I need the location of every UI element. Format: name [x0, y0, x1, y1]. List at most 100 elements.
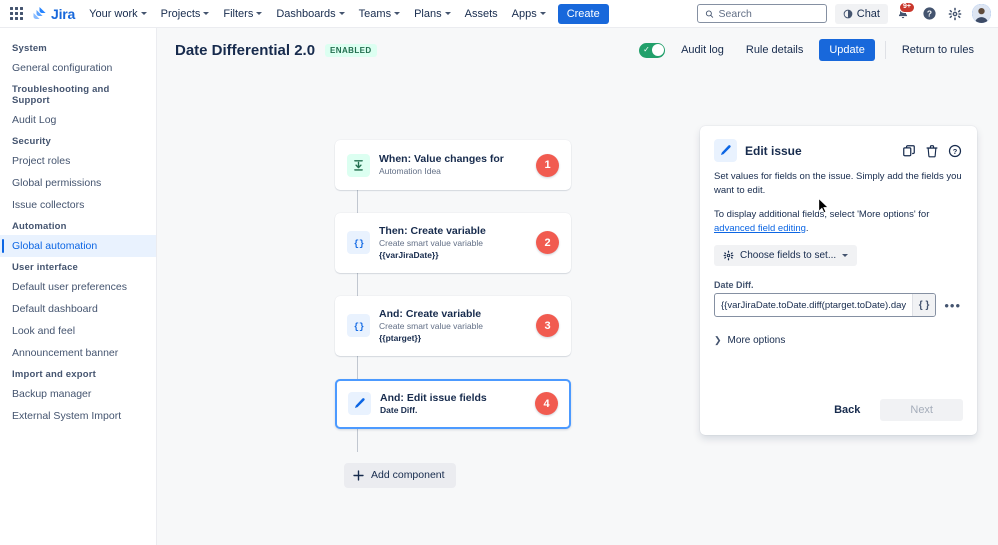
svg-text:?: ? [953, 146, 958, 155]
svg-text:{}: {} [353, 239, 364, 249]
sidebar-item-audit-log[interactable]: Audit Log [0, 109, 156, 131]
chevron-right-icon: ❯ [714, 335, 722, 345]
sidebar-item-label: Look and feel [12, 325, 76, 337]
sidebar-item-project-roles[interactable]: Project roles [0, 150, 156, 172]
sidebar-item-global-permissions[interactable]: Global permissions [0, 172, 156, 194]
sidebar-item-default-user-preferences[interactable]: Default user preferences [0, 276, 156, 298]
brand-name: Jira [51, 5, 76, 22]
smart-value-button[interactable]: { } [911, 294, 936, 316]
rule-details-button[interactable]: Rule details [740, 40, 809, 60]
nav-item-your-work[interactable]: Your work [83, 4, 153, 24]
sidebar-group-title: Import and export [12, 369, 96, 380]
advanced-field-editing-link[interactable]: advanced field editing [714, 223, 806, 234]
rule-chain: When: Value changes for Automation Idea … [335, 140, 571, 488]
choose-fields-dropdown[interactable]: Choose fields to set... [714, 245, 858, 266]
nav-label: Assets [464, 7, 498, 20]
gear-icon [723, 250, 734, 261]
sidebar-item-issue-collectors[interactable]: Issue collectors [0, 194, 156, 216]
admin-sidebar: System General configuration Troubleshoo… [0, 28, 157, 545]
nav-label: Teams [358, 7, 392, 20]
jira-home-link[interactable]: Jira [28, 6, 81, 22]
add-component-button[interactable]: Add component [344, 462, 456, 488]
nav-item-filters[interactable]: Filters [217, 4, 268, 24]
nav-item-apps[interactable]: Apps [506, 4, 552, 24]
sidebar-item-label: General configuration [12, 62, 113, 74]
nav-item-teams[interactable]: Teams [353, 4, 406, 24]
nav-label: Your work [89, 7, 138, 20]
update-button[interactable]: Update [819, 39, 875, 61]
rule-enabled-toggle[interactable]: ✓ [639, 42, 666, 58]
rule-editor-main: Date Differential 2.0 ENABLED ✓ Audit lo… [157, 28, 998, 545]
date-diff-input[interactable] [715, 299, 912, 311]
return-to-rules-button[interactable]: Return to rules [896, 40, 980, 60]
sidebar-item-label: Default user preferences [12, 281, 127, 293]
nav-label: Filters [223, 7, 254, 20]
rule-node-title: And: Edit issue fields [380, 391, 487, 404]
sidebar-item-label: Global permissions [12, 177, 102, 189]
rule-node-create-variable-2[interactable]: {} And: Create variable Create smart val… [335, 295, 571, 356]
sidebar-item-label: External System Import [12, 410, 122, 422]
plus-icon [353, 470, 364, 481]
sidebar-item-default-dashboard[interactable]: Default dashboard [0, 298, 156, 320]
settings-button[interactable] [944, 3, 966, 25]
sidebar-item-look-and-feel[interactable]: Look and feel [0, 320, 156, 342]
panel-actions: ? [901, 143, 963, 159]
copy-icon[interactable] [901, 143, 917, 159]
sidebar-group-title: User interface [12, 262, 79, 273]
rule-node-edit-issue-fields[interactable]: And: Edit issue fields Date Diff. 4 [335, 378, 571, 429]
sidebar-item-general-configuration[interactable]: General configuration [0, 57, 156, 79]
back-button[interactable]: Back [822, 399, 872, 421]
next-button[interactable]: Next [880, 399, 963, 421]
app-switcher-icon[interactable] [6, 4, 26, 24]
sidebar-item-backup-manager[interactable]: Backup manager [0, 383, 156, 405]
nav-item-projects[interactable]: Projects [155, 4, 216, 24]
rule-node-text: When: Value changes for Automation Idea [379, 152, 527, 178]
chevron-down-icon [842, 254, 849, 257]
help-button[interactable]: ? [918, 3, 940, 25]
profile-button[interactable] [970, 3, 992, 25]
nav-label: Plans [414, 7, 442, 20]
create-button[interactable]: Create [557, 3, 609, 24]
sidebar-item-global-automation[interactable]: Global automation [0, 235, 156, 257]
svg-text:{}: {} [353, 322, 364, 332]
sidebar-item-label: Issue collectors [12, 199, 85, 211]
braces-icon: {} [347, 314, 370, 338]
rule-node-trigger[interactable]: When: Value changes for Automation Idea … [335, 140, 571, 190]
avatar [971, 4, 991, 23]
help-icon[interactable]: ? [947, 143, 963, 159]
sidebar-item-announcement-banner[interactable]: Announcement banner [0, 342, 156, 364]
notifications-button[interactable]: 9+ [892, 1, 915, 25]
nav-item-plans[interactable]: Plans [408, 4, 457, 24]
trash-icon[interactable] [924, 143, 940, 159]
sidebar-group-title: Security [12, 136, 52, 147]
gear-icon [948, 7, 962, 20]
notification-count-badge: 9+ [899, 1, 915, 14]
sidebar-item-label: Announcement banner [12, 347, 119, 359]
nav-item-assets[interactable]: Assets [459, 4, 504, 24]
field-more-menu-icon[interactable]: ••• [942, 299, 963, 312]
chat-button[interactable]: Chat [834, 3, 888, 24]
chain-connector [357, 428, 358, 452]
rule-node-text: And: Create variable Create smart value … [379, 307, 527, 345]
search-box[interactable] [696, 4, 827, 23]
rule-node-title: When: Value changes for [379, 152, 504, 165]
search-input[interactable] [718, 7, 819, 20]
nav-item-dashboards[interactable]: Dashboards [270, 4, 350, 24]
rule-node-text: And: Edit issue fields Date Diff. [380, 391, 526, 417]
chat-icon [843, 9, 853, 18]
sidebar-item-external-system-import[interactable]: External System Import [0, 405, 156, 427]
rule-node-subtitle: Create smart value variable [379, 238, 483, 249]
audit-log-button[interactable]: Audit log [675, 40, 730, 60]
sidebar-item-label: Audit Log [12, 114, 57, 126]
global-navigation: Jira Your work Projects Filters Dashboar… [0, 0, 998, 28]
nav-label: Projects [160, 7, 201, 20]
sidebar-group-title: Automation [12, 221, 67, 232]
panel-title: Edit issue [745, 143, 802, 158]
chevron-down-icon [140, 12, 147, 15]
page-title: Date Differential 2.0 [175, 41, 316, 59]
date-diff-input-wrapper[interactable]: { } [714, 293, 937, 317]
sidebar-item-label: Global automation [12, 240, 98, 252]
more-options-expander[interactable]: ❯ More options [714, 335, 963, 346]
value-changes-icon [347, 153, 370, 177]
rule-node-create-variable-1[interactable]: {} Then: Create variable Create smart va… [335, 213, 571, 273]
